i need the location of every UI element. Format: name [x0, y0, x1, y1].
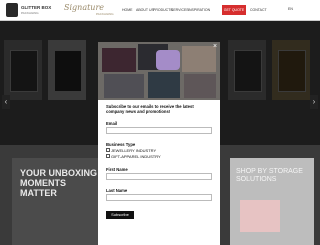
product-thumbnail[interactable] — [240, 200, 280, 232]
newsletter-modal: × Subscribe to our emails to receive the… — [98, 42, 220, 245]
nav-item-inspiration[interactable]: INSPIRATION — [188, 8, 210, 12]
jewellery-box-image — [102, 48, 136, 72]
product-tile[interactable] — [4, 40, 42, 100]
product-box-image — [54, 50, 82, 92]
jewellery-box-image — [148, 72, 180, 98]
unboxing-panel[interactable]: YOUR UNBOXING MOMENTS MATTER — [12, 158, 100, 245]
script-brand[interactable]: Signature — [64, 3, 104, 12]
flowers-image — [156, 50, 180, 70]
get-quote-button[interactable]: GET QUOTE — [222, 5, 246, 15]
modal-intro-text: Subscribe to our emails to receive the l… — [106, 104, 194, 115]
gift-apparel-option-label[interactable]: GIFT-APPAREL INDUSTRY — [111, 154, 161, 159]
product-tile[interactable] — [272, 40, 310, 100]
gift-box-image — [184, 74, 216, 98]
gift-apparel-checkbox[interactable] — [106, 154, 110, 158]
email-field[interactable] — [106, 127, 212, 134]
script-brand-sub: PACKAGING — [96, 12, 114, 16]
top-navbar: GLITTER BOX PACKAGING Signature PACKAGIN… — [0, 0, 320, 21]
product-tile[interactable] — [228, 40, 266, 100]
product-box-image — [10, 50, 38, 92]
jewellery-option-label[interactable]: JEWELLERY INDUSTRY — [111, 148, 156, 153]
nav-item-contact[interactable]: CONTACT — [250, 8, 267, 12]
first-name-field[interactable] — [106, 173, 212, 180]
nav-item-about[interactable]: ABOUT US — [136, 8, 154, 12]
nav-item-services[interactable]: SERVICES — [171, 8, 189, 12]
brand-sub: PACKAGING — [21, 11, 39, 15]
storage-heading: SHOP BY STORAGE SOLUTIONS — [236, 168, 303, 183]
jewellery-checkbox[interactable] — [106, 148, 110, 152]
first-name-label: First Name — [106, 167, 128, 172]
gift-box-image — [104, 74, 144, 98]
email-label: Email — [106, 121, 118, 126]
unboxing-heading: YOUR UNBOXING MOMENTS MATTER — [20, 168, 98, 198]
product-box-image — [278, 50, 306, 92]
last-name-field[interactable] — [106, 194, 212, 201]
nav-item-products[interactable]: PRODUCTS — [153, 8, 173, 12]
brand-logo-icon[interactable] — [6, 3, 18, 17]
product-box-image — [234, 50, 262, 92]
brand-name[interactable]: GLITTER BOX — [21, 5, 51, 10]
slider-next-arrow-icon[interactable]: › — [310, 95, 318, 109]
slider-prev-arrow-icon[interactable]: ‹ — [2, 95, 10, 109]
modal-hero-image: × — [98, 42, 220, 100]
business-type-label: Business Type — [106, 142, 136, 147]
subscribe-button[interactable]: Subscribe — [106, 211, 134, 219]
nav-item-home[interactable]: HOME — [122, 8, 133, 12]
language-selector[interactable]: EN — [288, 7, 293, 11]
product-tile[interactable] — [48, 40, 86, 100]
last-name-label: Last Name — [106, 188, 128, 193]
close-icon[interactable]: × — [211, 43, 219, 51]
